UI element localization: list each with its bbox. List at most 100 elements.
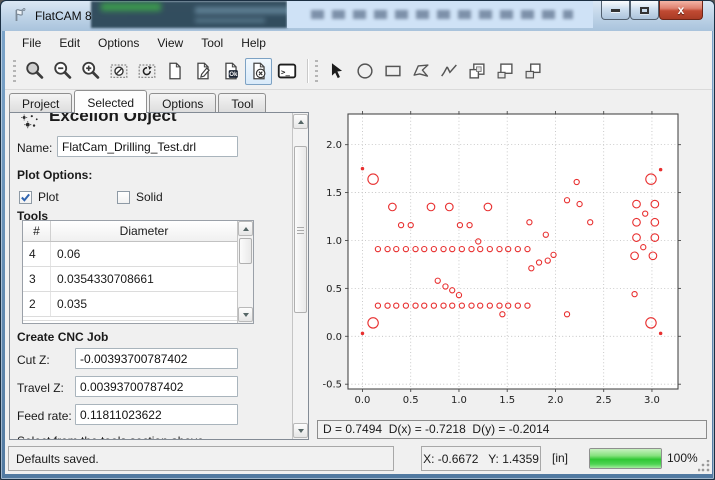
menu-bar: FileEditOptionsViewToolHelp [5,32,712,53]
progress-percent: 100% [667,451,698,465]
toolbar: Ok >_ [5,53,712,90]
scroll-thumb[interactable] [294,146,307,313]
zoom-fit-button[interactable] [21,58,48,85]
replot-icon [136,60,158,82]
excellon-object-icon [19,113,41,131]
new-file-button[interactable] [161,58,188,85]
select-arrow-button[interactable] [323,58,350,85]
solid-checkbox-box[interactable] [117,191,130,204]
close-button[interactable]: x [659,1,703,20]
duplicate-geometry-button[interactable] [519,58,546,85]
accept-file-button[interactable]: Ok [217,58,244,85]
duplicate-geometry-icon [522,60,544,82]
zoom-in-icon [80,60,102,82]
menu-item-file[interactable]: File [13,33,50,53]
checkbox-label: Plot [38,190,59,204]
minimize-button[interactable] [601,1,630,20]
window-title: FlatCAM 8 [35,9,92,23]
tab-tool[interactable]: Tool [218,93,266,113]
tab-project[interactable]: Project [9,93,72,113]
travel-z-input[interactable] [75,376,238,397]
selected-object-panel: Excellon Object Name: Plot Options: Plot… [9,112,309,440]
client-area: FileEditOptionsViewToolHelp Ok>_ Project… [5,31,712,474]
tool-diameter-cell[interactable]: 0.06 [51,242,237,266]
svg-text:1.5: 1.5 [326,188,342,199]
down-arrow-icon [298,429,304,433]
tab-options[interactable]: Options [149,93,216,113]
scroll-up-arrow[interactable] [293,114,308,129]
maximize-button[interactable] [630,1,659,20]
zoom-out-button[interactable] [49,58,76,85]
draw-circle-button[interactable] [351,58,378,85]
scroll-thumb[interactable] [239,238,252,264]
panel-scrollbar[interactable] [292,113,308,439]
cancel-file-button[interactable] [245,58,272,85]
draw-polygon-icon [410,60,432,82]
copy-geometry-button[interactable] [463,58,490,85]
scroll-down-arrow[interactable] [238,307,253,322]
tab-selected[interactable]: Selected [74,90,147,113]
draw-path-icon [438,60,460,82]
menu-item-help[interactable]: Help [232,33,275,53]
checkbox-plot[interactable]: Plot [19,190,59,204]
move-geometry-button[interactable] [491,58,518,85]
toolbar-drag-handle[interactable] [315,60,318,82]
svg-text:0.0: 0.0 [355,395,371,406]
plot-checkbox-box[interactable] [19,191,32,204]
feed-rate-input[interactable] [75,404,238,425]
panel-content: Excellon Object Name: Plot Options: Plot… [11,113,291,439]
blurred-background-text [311,10,573,19]
drill-hole-marker [659,168,661,170]
tool-diameter-cell[interactable]: 0.0354330708661 [51,267,237,291]
svg-text:1.0: 1.0 [326,236,342,247]
status-message: Defaults saved. [8,446,394,471]
scroll-down-arrow[interactable] [293,423,308,438]
command-line-button[interactable]: >_ [273,58,300,85]
title-bar[interactable]: FlatCAM 8 x [1,1,715,31]
menu-item-options[interactable]: Options [89,33,148,53]
draw-path-button[interactable] [435,58,462,85]
tool-row[interactable]: 20.035 [23,292,253,317]
cut-z-input[interactable] [75,348,238,369]
svg-text:>_: >_ [281,67,290,76]
plot-canvas[interactable]: 0.00.51.01.52.02.53.0-0.50.00.51.01.52.0 [317,101,708,416]
tool-row[interactable]: 30.0354330708661 [23,267,253,292]
measurement-readout: D = 0.7494 D(x) = -0.7218 D(y) = -0.2014 [317,420,707,439]
scroll-up-arrow[interactable] [238,221,253,236]
replot-button[interactable] [133,58,160,85]
toolbar-drag-handle[interactable] [13,60,16,82]
svg-text:2.0: 2.0 [326,140,342,151]
tools-column-header[interactable]: Diameter [51,221,237,241]
tools-table-scrollbar[interactable] [237,221,253,323]
resize-grip[interactable] [698,460,710,472]
svg-text:1.5: 1.5 [499,395,515,406]
tools-table-header: #Diameter [23,221,253,242]
draw-polygon-button[interactable] [407,58,434,85]
new-file-icon [164,60,186,82]
edit-file-button[interactable] [189,58,216,85]
tool-row[interactable]: 40.06 [23,242,253,267]
progress-bar [589,448,662,469]
checkbox-solid[interactable]: Solid [117,190,163,204]
panel-title: Excellon Object [49,113,177,126]
menu-item-edit[interactable]: Edit [50,33,89,53]
tools-column-header[interactable]: # [23,221,51,241]
tool-diameter-cell[interactable]: 0.035 [51,292,237,316]
tool-number-cell[interactable]: 3 [23,267,51,291]
zoom-out-icon [52,60,74,82]
name-input[interactable] [57,136,238,157]
draw-rectangle-button[interactable] [379,58,406,85]
plot-options-label: Plot Options: [17,168,92,182]
clear-plot-button[interactable] [105,58,132,85]
tool-number-cell[interactable]: 4 [23,242,51,266]
menu-item-tool[interactable]: Tool [192,33,232,53]
draw-rectangle-icon [382,60,404,82]
tools-table[interactable]: #Diameter 40.0630.035433070866120.035 [22,220,254,324]
menu-item-view[interactable]: View [148,33,192,53]
tool-row-partial [23,317,253,321]
up-arrow-icon [298,120,304,124]
progress-fill [590,449,661,468]
zoom-in-button[interactable] [77,58,104,85]
name-label: Name: [17,141,52,155]
tool-number-cell[interactable]: 2 [23,292,51,316]
